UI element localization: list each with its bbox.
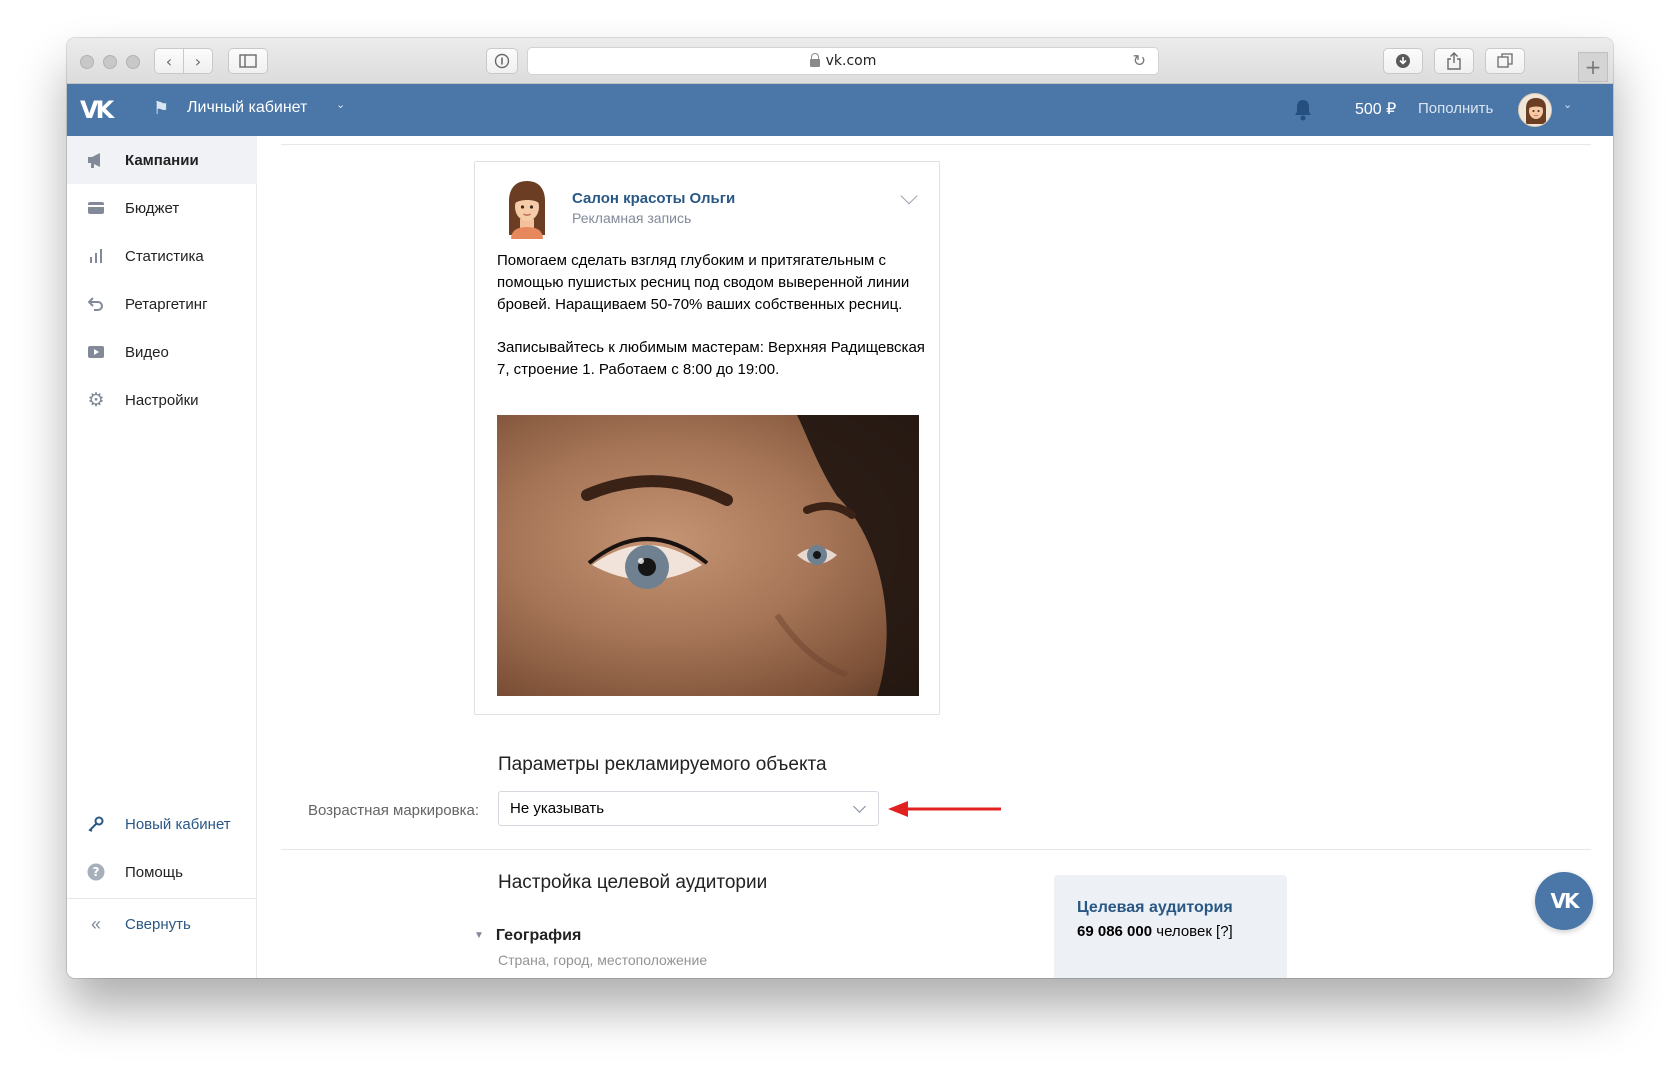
share-icon: [1447, 52, 1461, 70]
section-title: Настройка целевой аудитории: [498, 872, 768, 893]
section-divider: [281, 849, 1591, 850]
sidebar-item-label: Бюджет: [125, 199, 180, 217]
forward-button[interactable]: ›: [183, 48, 213, 74]
sidebar-toggle-button[interactable]: [228, 48, 268, 74]
geography-toggle[interactable]: ▼ География: [474, 927, 581, 945]
reload-icon[interactable]: ↻: [1133, 51, 1146, 70]
share-button[interactable]: [1434, 48, 1474, 74]
sidebar-item-label: Новый кабинет: [125, 815, 231, 833]
section-title: Параметры рекламируемого объекта: [498, 754, 827, 775]
lock-icon: [809, 53, 820, 67]
new-tab-button[interactable]: +: [1578, 52, 1608, 82]
geography-label: География: [495, 927, 582, 944]
flag-icon: ⚑: [153, 98, 170, 119]
sidebar-item-label: Статистика: [125, 247, 204, 265]
chevron-down-icon: [853, 800, 866, 813]
address-bar[interactable]: vk.com ↻: [527, 47, 1159, 75]
help-icon: ?: [87, 863, 105, 881]
age-label: Возрастная маркировка:: [308, 802, 480, 819]
chevron-down-icon[interactable]: ⌄: [336, 98, 345, 111]
sidebar-item-help[interactable]: ? Помощь: [67, 848, 257, 896]
double-chevron-left-icon: «: [90, 913, 101, 934]
minimize-window-button[interactable]: [103, 55, 117, 69]
video-icon: [87, 343, 105, 361]
vk-floating-button[interactable]: VK: [1535, 872, 1593, 930]
password-icon: [494, 53, 510, 69]
forward-icon: ›: [194, 51, 202, 71]
triangle-down-icon: ▼: [474, 930, 484, 941]
vk-logo[interactable]: VK: [80, 96, 120, 124]
sidebar-item-campaigns[interactable]: Кампании: [67, 136, 257, 184]
url-text: vk.com: [825, 53, 877, 69]
sidebar-item-settings[interactable]: ⚙ Настройки: [67, 376, 257, 424]
zoom-window-button[interactable]: [126, 55, 140, 69]
post-subtitle: Рекламная запись: [572, 210, 692, 226]
sidebar-collapse[interactable]: « Свернуть: [67, 900, 257, 948]
close-window-button[interactable]: [80, 55, 94, 69]
sidebar-item-label: Помощь: [125, 863, 183, 881]
browser-toolbar: ‹ › vk.com ↻ +: [67, 38, 1613, 84]
post-paragraph: Помогаем сделать взгляд глубоким и притя…: [497, 252, 910, 313]
back-button[interactable]: ‹: [154, 48, 184, 74]
post-image: [497, 415, 919, 696]
audience-title: Целевая аудитория: [1077, 899, 1233, 916]
bell-icon[interactable]: [1293, 98, 1313, 122]
sidebar-item-budget[interactable]: Бюджет: [67, 184, 257, 232]
ad-preview-card: Салон красоты Ольги Рекламная запись Пом…: [474, 161, 940, 715]
svg-text:?: ?: [93, 865, 100, 879]
sidebar-item-label: Кампании: [125, 151, 199, 169]
downloads-button[interactable]: [1383, 48, 1423, 74]
sidebar-item-new-cabinet[interactable]: Новый кабинет: [67, 800, 257, 848]
browser-window: ‹ › vk.com ↻ + VK ⚑ Личный кабинет ⌄ 500…: [67, 38, 1613, 978]
age-select-value: Не указывать: [510, 800, 605, 817]
sidebar-item-label: Настройки: [125, 391, 199, 409]
sidebar-item-label: Видео: [125, 343, 169, 361]
vk-header: VK ⚑ Личный кабинет ⌄ 500 ₽ Пополнить ⌄: [67, 84, 1613, 136]
main-content: Салон красоты Ольги Рекламная запись Пом…: [258, 136, 1613, 978]
topup-link[interactable]: Пополнить: [1418, 100, 1493, 117]
audience-number: 69 086 000: [1077, 923, 1153, 940]
age-select[interactable]: Не указывать: [498, 791, 879, 826]
download-icon: [1396, 54, 1410, 68]
megaphone-icon: [87, 151, 105, 169]
wallet-icon: [87, 199, 105, 217]
back-icon: ‹: [165, 51, 173, 71]
tabs-button[interactable]: [1485, 48, 1525, 74]
red-arrow-annotation: [888, 801, 1001, 817]
balance-amount: 500 ₽: [1355, 101, 1397, 118]
tabs-icon: [1497, 53, 1513, 68]
audience-count: 69 086 000 человек [?]: [1077, 923, 1233, 940]
gear-icon: ⚙: [87, 389, 105, 411]
sidebar-item-retargeting[interactable]: Ретаргетинг: [67, 280, 257, 328]
plus-icon: +: [1584, 55, 1602, 79]
sidebar-item-statistics[interactable]: Статистика: [67, 232, 257, 280]
sidebar-item-label: Ретаргетинг: [125, 295, 208, 313]
top-divider: [281, 144, 1591, 145]
profile-chevron-icon[interactable]: ⌄: [1563, 98, 1572, 111]
audience-unit[interactable]: человек [?]: [1156, 923, 1232, 940]
post-text: Помогаем сделать взгляд глубоким и притя…: [497, 250, 925, 381]
sidebar-item-label: Свернуть: [125, 915, 191, 933]
key-icon: [87, 815, 105, 833]
chevron-down-icon[interactable]: [900, 187, 918, 205]
cabinet-title[interactable]: Личный кабинет: [187, 99, 307, 117]
sidebar-icon: [239, 54, 257, 68]
geography-subtitle: Страна, город, местоположение: [498, 952, 708, 968]
post-author-link[interactable]: Салон красоты Ольги: [572, 190, 735, 207]
password-button[interactable]: [486, 48, 518, 74]
avatar[interactable]: [1518, 93, 1552, 127]
sidebar-divider: [67, 898, 257, 899]
sidebar-item-video[interactable]: Видео: [67, 328, 257, 376]
post-paragraph: Записывайтесь к любимым мастерам: Верхня…: [497, 339, 925, 378]
bar-chart-icon: [87, 247, 105, 265]
avatar: [509, 181, 545, 239]
sidebar: Кампании Бюджет Статистика Ретаргетинг В…: [67, 136, 257, 978]
audience-summary: Целевая аудитория 69 086 000 человек [?]: [1054, 875, 1287, 978]
retarget-icon: [87, 295, 105, 313]
